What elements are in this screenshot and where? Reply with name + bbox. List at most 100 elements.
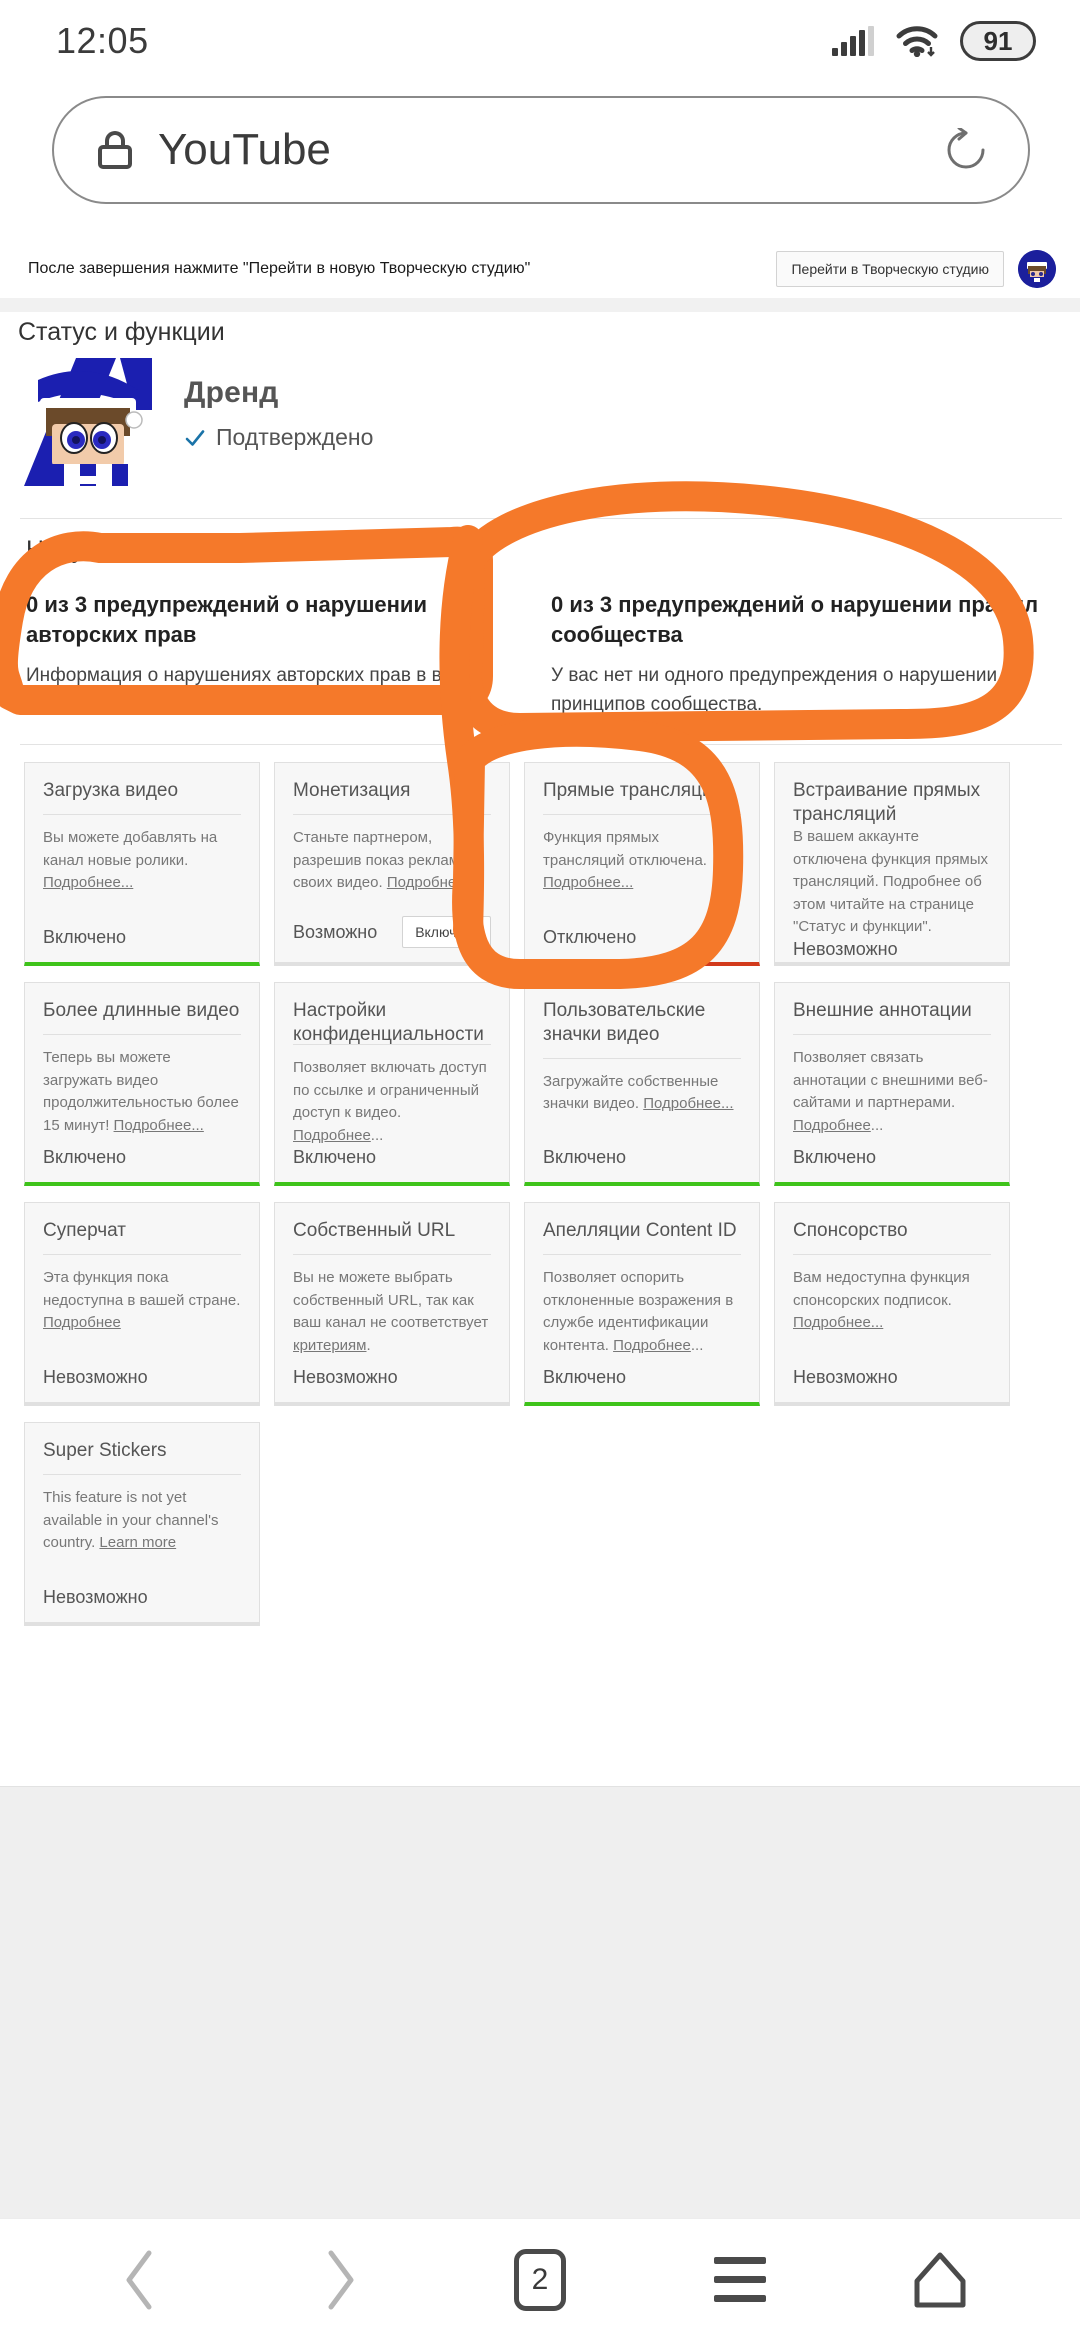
feature-card-learn-more-link[interactable]: Подробнее [613,1337,691,1354]
wifi-icon [896,26,938,57]
feature-card-divider [543,1254,741,1255]
feature-card-footer: Включено [43,1147,241,1182]
back-button[interactable] [85,2225,195,2335]
divider-above-features [20,744,1062,745]
feature-card-title: Прямые трансляции [543,780,724,801]
strikes-heading: Нарушения [26,536,160,564]
feature-card-description: Вам недоступна функция спонсорских подпи… [793,1269,970,1331]
browser-bottom-nav: 2 [0,2218,1080,2340]
feature-card-grid: Загрузка видео Вы можете добавлять на кан… [24,762,1060,1626]
strikes-section: 0 из 3 предупреждений о нарушении авторс… [26,590,1056,719]
feature-card-title: Настройки конфиденциальности [293,1000,484,1045]
feature-card-learn-more-link[interactable]: Подробнее... [387,874,477,891]
channel-name: Дренд [184,376,279,409]
menu-button[interactable] [685,2225,795,2335]
feature-card-description: В вашем аккаунте отключена функция прямы… [793,828,989,935]
feature-card: Внешние аннотации Позволяет связать аннот… [774,982,1010,1186]
feature-card-description: Вы не можете выбрать собственный URL, та… [293,1269,489,1354]
feature-card-divider [43,814,241,815]
feature-card-status: Невозможно [43,1367,148,1387]
feature-card-status: Невозможно [793,938,898,959]
feature-card-footer: Включено [543,1147,741,1182]
feature-card-learn-more-link[interactable]: Learn more [99,1534,176,1551]
feature-card-status: Включено [543,1367,627,1387]
feature-card-footer: Невозможно [43,1587,241,1622]
feature-card-description: Позволяет включать доступ по ссылке и ог… [293,1059,487,1144]
home-icon [914,2252,966,2307]
feature-card: Спонсорство Вам недоступна функция спонсо… [774,1202,1010,1406]
feature-card: Super Stickers This feature is not yet av… [24,1422,260,1626]
channel-header: Дренд Подтверждено [24,358,1024,486]
feature-card: Прямые трансляции Функция прямых трансляц… [524,762,760,966]
section-divider [0,298,1080,312]
feature-card-description: Загружайте собственные значки видео. Под… [543,1072,734,1113]
go-to-studio-button[interactable]: Перейти в Творческую студию [776,251,1004,287]
feature-card-status: Возможно [293,921,378,942]
feature-card-learn-more-link[interactable]: Подробнее [793,1117,871,1134]
feature-card-footer: Возможно Включить [293,916,491,962]
feature-card-divider [543,1057,741,1059]
feature-card-title: Апелляции Content ID [543,1220,737,1241]
feature-card: Суперчат Эта функция пока недоступна в ва… [24,1202,260,1406]
channel-avatar-small[interactable] [1018,250,1056,288]
feature-card-status: Отключено [543,927,637,947]
feature-card-status: Невозможно [43,1587,148,1607]
feature-card-learn-more-link[interactable]: критериям [293,1337,366,1354]
browser-url-bar[interactable]: YouTube [52,96,1030,204]
battery-icon: 91 [960,21,1036,61]
feature-card-divider [43,1474,241,1475]
feature-card-title: Встраивание прямых трансляций [793,780,981,825]
feature-card-status: Включено [293,1147,377,1167]
reload-icon[interactable] [944,128,988,172]
feature-card-description: Функция прямых трансляций отключена. Под… [543,829,707,891]
feature-card-title: Super Stickers [43,1440,167,1461]
feature-card: Настройки конфиденциальности Позволяет вк… [274,982,510,1186]
feature-card-learn-more-link[interactable]: Подробнее [293,1127,371,1144]
feature-card-description: Вы можете добавлять на канал новые ролик… [43,829,218,891]
hamburger-menu-icon [714,2257,766,2302]
page-title: Статус и функции [18,318,225,346]
feature-card-learn-more-link[interactable]: Подробнее... [114,1117,204,1134]
feature-card-footer: Невозможно [793,939,991,974]
feature-card-footer: Включено [293,1147,491,1182]
feature-card-divider [293,1254,491,1255]
signal-bars-icon [832,26,874,56]
tab-count: 2 [514,2248,566,2311]
forward-button[interactable] [285,2225,395,2335]
strike-description: Информация о нарушениях авторских прав в… [26,665,491,715]
feature-card-status: Невозможно [793,1367,898,1387]
feature-card-footer: Невозможно [43,1367,241,1402]
feature-card-divider [793,1254,991,1255]
home-button[interactable] [885,2225,995,2335]
feature-card-footer: Включено [793,1147,991,1182]
strike-community: 0 из 3 предупреждений о нарушении правил… [551,590,1051,719]
feature-card-description: Эта функция пока недоступна в вашей стра… [43,1269,241,1331]
feature-card-divider [43,1034,241,1035]
feature-card: Собственный URL Вы не можете выбрать собс… [274,1202,510,1406]
feature-card-learn-more-link[interactable]: Подробнее... [43,874,133,891]
status-bar-icons: 91 [832,21,1036,61]
feature-card-title: Спонсорство [793,1220,908,1241]
feature-card-description: Станьте партнером, разрешив показ реклам… [293,829,482,891]
tab-switcher-button[interactable]: 2 [485,2225,595,2335]
feature-card-title: Пользовательские значки видео [543,1000,706,1045]
feature-card-learn-more-link[interactable]: Подробнее... [793,1314,883,1331]
feature-card-status: Включено [43,927,127,947]
chevron-right-icon [328,2250,354,2309]
feature-card-title: Суперчат [43,1220,126,1241]
feature-card-learn-more-link[interactable]: Подробнее... [543,874,633,891]
verified-label: Подтверждено [216,424,374,450]
feature-card-learn-more-link[interactable]: Подробнее... [643,1095,733,1112]
strike-title: 0 из 3 предупреждений о нарушении правил… [551,592,1039,647]
channel-avatar-large [24,358,152,486]
url-text[interactable]: YouTube [158,125,944,175]
page-background-filler [0,1786,1080,2218]
feature-card-action-button[interactable]: Включить [402,916,491,948]
chevron-left-icon [126,2250,152,2309]
feature-card-title: Монетизация [293,780,411,801]
feature-card-status: Включено [793,1147,877,1167]
feature-card: Монетизация Станьте партнером, разрешив п… [274,762,510,966]
feature-card-divider [793,1034,991,1035]
status-bar-clock: 12:05 [56,20,149,61]
feature-card-learn-more-link[interactable]: Подробнее [43,1314,121,1331]
